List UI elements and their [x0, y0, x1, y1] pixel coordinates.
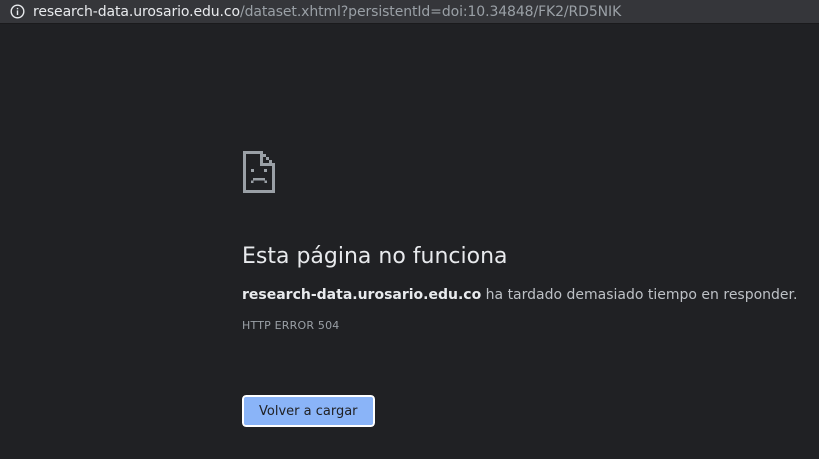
address-bar[interactable]: research-data.urosario.edu.co/dataset.xh…: [0, 0, 819, 24]
error-content: Esta página no funciona research-data.ur…: [241, 150, 802, 428]
error-site: research-data.urosario.edu.co: [242, 287, 482, 304]
error-description: research-data.urosario.edu.co ha tardado…: [242, 287, 802, 303]
error-code: HTTP ERROR 504: [242, 319, 340, 333]
url-text[interactable]: research-data.urosario.edu.co/dataset.xh…: [33, 4, 621, 20]
info-icon[interactable]: [10, 4, 25, 19]
error-heading: Esta página no funciona: [242, 244, 508, 269]
error-message: ha tardado demasiado tiempo en responder…: [481, 287, 798, 304]
url-host: research-data.urosario.edu.co: [33, 3, 240, 20]
reload-button[interactable]: Volver a cargar: [241, 394, 376, 428]
url-path: /dataset.xhtml?persistentId=doi:10.34848…: [239, 3, 622, 20]
sad-document-icon: [243, 151, 275, 193]
